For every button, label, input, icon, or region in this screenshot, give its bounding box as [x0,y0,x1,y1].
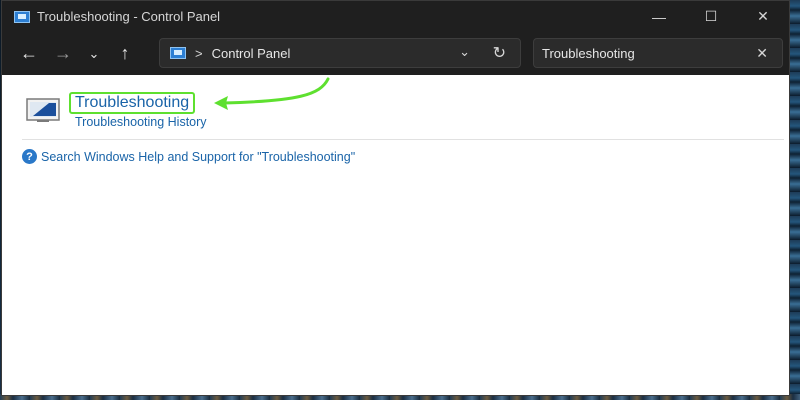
search-input[interactable]: Troubleshooting [542,46,756,61]
help-icon: ? [22,149,37,164]
maximize-icon: ☐ [704,8,718,24]
result-title-highlight[interactable]: Troubleshooting [69,92,196,114]
refresh-button[interactable]: ↻ [493,43,506,63]
help-support-link[interactable]: Search Windows Help and Support for "Tro… [41,150,355,164]
navigation-bar: ← → ⌄ ↑ > Control Panel ⌄ ↻ Troubleshoot… [2,32,789,75]
up-button[interactable]: ↑ [108,38,142,70]
window-title: Troubleshooting - Control Panel [37,9,221,24]
title-bar: Troubleshooting - Control Panel — ☐ ✕ [2,1,789,32]
control-panel-icon [170,47,186,59]
results-pane: Troubleshooting Troubleshooting History … [2,75,789,395]
divider [22,139,784,140]
forward-button[interactable]: → [46,38,80,70]
recent-locations-button[interactable]: ⌄ [80,38,108,70]
desktop-background: Troubleshooting - Control Panel — ☐ ✕ ← … [0,0,800,400]
maximize-button[interactable]: ☐ [685,1,737,32]
control-panel-icon [14,10,30,23]
close-icon: ✕ [756,44,768,61]
close-icon: ✕ [757,8,769,24]
back-button[interactable]: ← [12,38,46,70]
help-support-row[interactable]: ? Search Windows Help and Support for "T… [22,149,355,164]
chevron-down-icon: ⌄ [459,44,470,59]
chevron-down-icon: ⌄ [88,45,100,61]
minimize-icon: — [652,8,666,25]
back-arrow-icon: ← [20,43,38,63]
refresh-icon: ↻ [492,45,506,62]
up-arrow-icon: ↑ [120,43,130,63]
breadcrumb-control-panel[interactable]: Control Panel [212,46,291,61]
address-dropdown-button[interactable]: ⌄ [459,44,470,60]
address-bar[interactable]: > Control Panel ⌄ ↻ [159,38,521,68]
forward-arrow-icon: → [54,43,72,63]
minimize-button[interactable]: — [633,1,685,32]
troubleshooting-history-link[interactable]: Troubleshooting History [75,115,207,129]
green-arrow-annotation [214,77,330,110]
control-panel-window: Troubleshooting - Control Panel — ☐ ✕ ← … [1,0,790,396]
search-box[interactable]: Troubleshooting ✕ [533,38,783,68]
breadcrumb-separator: > [195,45,203,61]
clear-search-button[interactable]: ✕ [756,45,768,62]
window-controls: — ☐ ✕ [633,1,789,32]
wallpaper-edge [790,0,800,400]
troubleshooting-link[interactable]: Troubleshooting [75,94,189,112]
troubleshooting-icon [26,98,60,122]
close-button[interactable]: ✕ [737,1,789,32]
